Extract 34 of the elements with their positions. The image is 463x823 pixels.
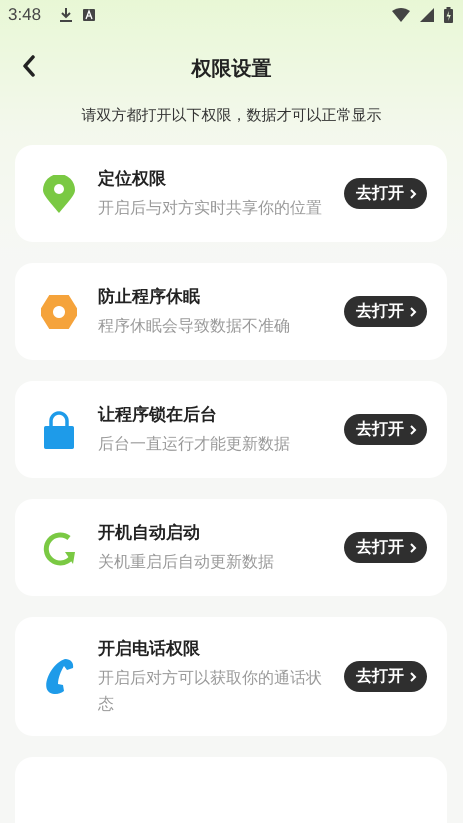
permission-title: 开启电话权限: [98, 638, 201, 660]
keyboard-icon: [83, 9, 96, 21]
open-button[interactable]: 去打开: [344, 296, 427, 327]
permission-description: 开启后对方可以获取你的通话状态: [98, 667, 323, 715]
permission-description: 开启后与对方实时共享你的位置: [98, 196, 323, 219]
refresh-icon: [41, 530, 77, 566]
permission-description: 关机重启后自动更新数据: [98, 550, 275, 573]
page-title: 权限设置: [192, 54, 272, 82]
phone-icon: [43, 656, 75, 697]
permission-title: 定位权限: [98, 168, 167, 190]
status-time: 3:48: [8, 5, 42, 25]
permission-title: 防止程序休眠: [98, 286, 201, 308]
permission-title: 开机自动启动: [98, 522, 201, 544]
permission-description: 程序休眠会导致数据不准确: [98, 314, 291, 337]
download-icon: [59, 7, 74, 23]
battery-icon: [444, 7, 453, 23]
location-pin-icon: [43, 174, 75, 212]
chevron-icon: [409, 670, 417, 683]
permission-description: 后台一直运行才能更新数据: [98, 432, 291, 455]
open-button[interactable]: 去打开: [344, 661, 427, 692]
chevron-icon: [409, 542, 417, 554]
gear-icon: [41, 294, 77, 328]
lock-icon: [44, 410, 74, 448]
notice-text: 请双方都打开以下权限，数据才可以正常显示: [80, 106, 382, 125]
open-button[interactable]: 去打开: [344, 532, 427, 563]
open-button[interactable]: 去打开: [344, 414, 427, 445]
chevron-icon: [409, 424, 417, 436]
back-button[interactable]: [22, 54, 36, 78]
signal-icon: [420, 8, 434, 22]
chevron-icon: [409, 188, 417, 200]
open-button[interactable]: 去打开: [344, 178, 427, 209]
wifi-icon: [392, 8, 410, 22]
chevron-icon: [409, 306, 417, 318]
permission-title: 让程序锁在后台: [98, 404, 218, 426]
